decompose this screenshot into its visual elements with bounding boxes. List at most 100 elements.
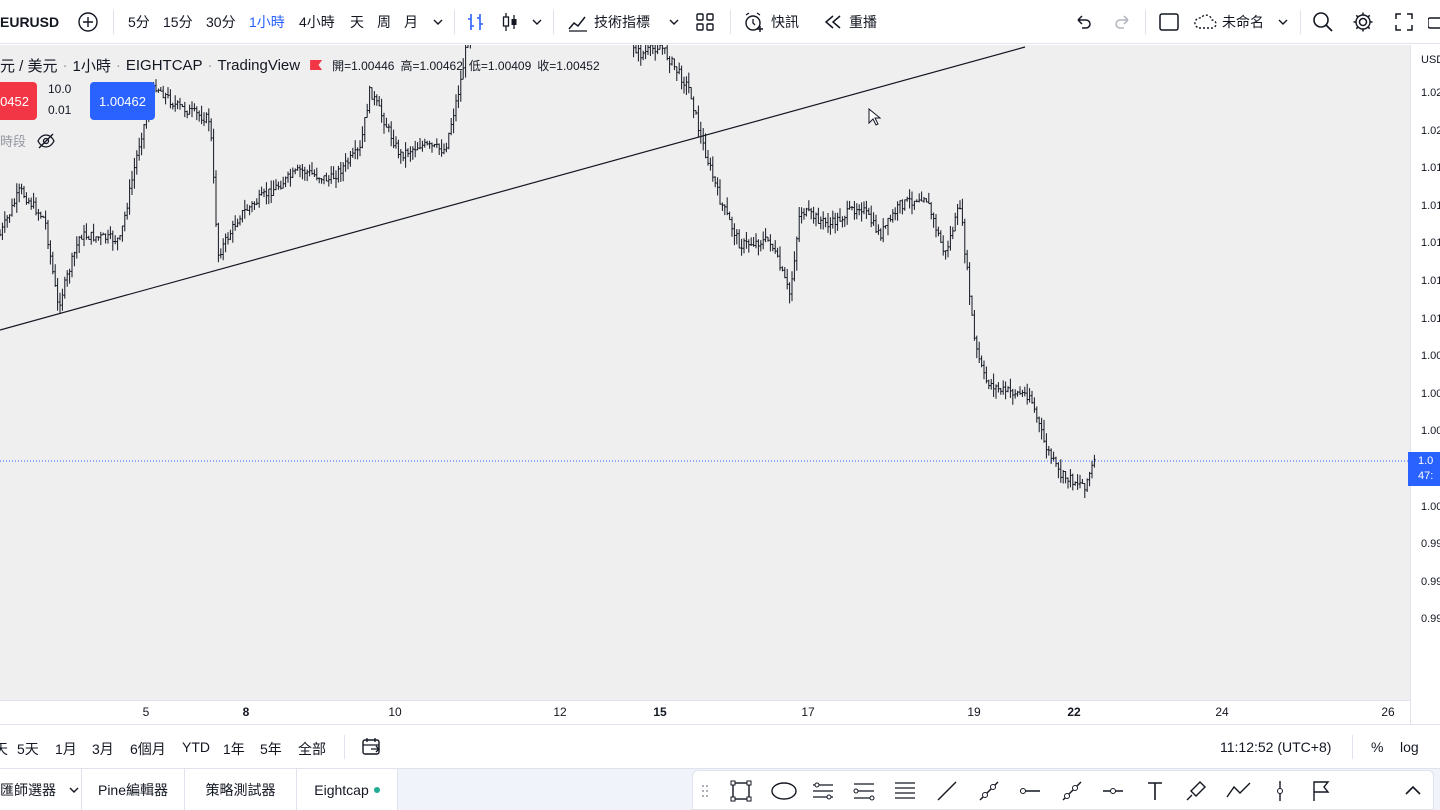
range-1m[interactable]: 1月 — [55, 739, 77, 759]
price-bar — [85, 223, 88, 240]
interval-4h[interactable]: 4小時 — [299, 0, 335, 44]
indicators-button[interactable]: 技術指標 — [567, 0, 650, 44]
interval-15m[interactable]: 15分 — [163, 0, 193, 44]
fullscreen-layout-button[interactable] — [1158, 0, 1180, 44]
price-axis-currency[interactable]: USD — [1421, 54, 1440, 66]
legend-source[interactable]: TradingView — [218, 57, 301, 74]
chevron-down-icon — [69, 787, 79, 793]
layout-name-button[interactable]: 未命名 — [1192, 0, 1264, 44]
price-bar — [368, 85, 371, 114]
chart-type-candles-button[interactable] — [501, 0, 519, 44]
interval-1w[interactable]: 周 — [377, 0, 391, 44]
range-all[interactable]: 全部 — [298, 739, 326, 759]
indicators-dropdown-button[interactable] — [668, 0, 680, 44]
price-bar — [452, 108, 455, 134]
rectangle-tool-icon[interactable] — [729, 779, 753, 803]
camera-button[interactable] — [1428, 0, 1440, 44]
timezone-clock[interactable]: 11:12:52 (UTC+8) — [1220, 739, 1331, 755]
interval-1d[interactable]: 天 — [350, 0, 364, 44]
price-bar — [406, 148, 410, 158]
redo-button[interactable] — [1113, 0, 1133, 44]
flag-marker-icon[interactable] — [1309, 779, 1333, 803]
range-5y[interactable]: 5年 — [260, 739, 282, 759]
legend-interval[interactable]: 1小時 — [73, 55, 111, 76]
range-5d[interactable]: 5天 — [17, 739, 39, 759]
range-ytd[interactable]: YTD — [182, 739, 210, 755]
interval-5m[interactable]: 5分 — [128, 0, 150, 44]
tab-strategy-tester[interactable]: 策略測試器 — [185, 769, 297, 810]
trend-line-icon[interactable] — [935, 779, 959, 803]
price-chart-canvas[interactable] — [0, 45, 1410, 724]
price-bar — [754, 233, 758, 249]
price-bar — [1030, 390, 1034, 404]
pattern-tool-icon[interactable] — [1225, 779, 1253, 803]
percent-scale-toggle[interactable]: % — [1371, 739, 1383, 755]
range-6m[interactable]: 6個月 — [130, 739, 166, 759]
interval-dropdown-button[interactable] — [432, 0, 444, 44]
layout-dropdown-button[interactable] — [1277, 0, 1289, 44]
ellipse-tool-icon[interactable] — [770, 779, 798, 803]
range-1y[interactable]: 1年 — [223, 739, 245, 759]
undo-button[interactable] — [1073, 0, 1093, 44]
interval-1m[interactable]: 月 — [404, 0, 418, 44]
text-tool-icon[interactable] — [1143, 779, 1167, 803]
legend-pair[interactable]: 元 / 美元 — [0, 55, 58, 76]
price-bar — [764, 228, 767, 243]
flag-icon[interactable] — [310, 60, 323, 70]
go-to-date-button[interactable] — [361, 736, 383, 761]
legend-exchange[interactable]: EIGHTCAP — [126, 57, 203, 74]
chart-type-bars-button[interactable] — [466, 0, 486, 44]
tab-broker-eightcap[interactable]: Eightcap — [297, 769, 398, 810]
order-quantity-lots[interactable]: 10.0 — [48, 82, 71, 96]
price-bar — [944, 250, 947, 260]
tab-screener[interactable]: 匯師選器 — [0, 769, 82, 810]
price-bar — [752, 237, 755, 247]
horizontal-ray-icon[interactable] — [1018, 779, 1042, 803]
log-scale-toggle[interactable]: log — [1400, 739, 1419, 755]
extended-line-icon[interactable] — [977, 779, 1001, 803]
session-indicator[interactable]: 時段 — [0, 131, 56, 150]
chart-pane[interactable] — [0, 45, 1410, 724]
fib-retracement-icon[interactable] — [893, 779, 917, 803]
drag-handle-icon[interactable] — [701, 783, 709, 799]
price-axis[interactable]: USD 1.02 1.02 1.01 1.01 1.01 1.01 1.01 1.00 1.00… — [1410, 45, 1440, 724]
tab-pine-editor[interactable]: Pine編輯器 — [82, 769, 185, 810]
layouts-button[interactable] — [695, 0, 715, 44]
brush-tool-icon[interactable] — [1184, 779, 1208, 803]
order-quantity-spread: 0.01 — [48, 103, 72, 117]
chart-type-dropdown-button[interactable] — [531, 0, 543, 44]
ray-tool-icon[interactable] — [1060, 779, 1084, 803]
range-1d[interactable]: 天 — [0, 739, 8, 759]
price-bar — [639, 45, 642, 66]
price-bar — [390, 121, 393, 147]
parallel-channel-icon[interactable] — [811, 779, 835, 803]
eye-hidden-icon[interactable] — [36, 133, 56, 149]
price-bar — [262, 188, 266, 198]
chevron-up-icon[interactable] — [1401, 779, 1425, 803]
interval-30m[interactable]: 30分 — [206, 0, 236, 44]
interval-1h[interactable]: 1小時 — [249, 0, 285, 44]
symbol-search-button[interactable]: EURUSD — [0, 0, 59, 44]
sell-button[interactable]: 0452 — [0, 82, 37, 120]
range-3m[interactable]: 3月 — [92, 739, 114, 759]
price-bar — [913, 200, 916, 210]
price-bar — [814, 212, 818, 227]
compare-symbol-button[interactable] — [77, 0, 99, 44]
vertical-line-icon[interactable] — [1268, 779, 1292, 803]
replay-button[interactable]: 重播 — [823, 0, 877, 44]
time-axis[interactable]: 5 8 10 12 15 17 19 22 24 26 — [0, 700, 1410, 724]
regression-trend-icon[interactable] — [852, 779, 876, 803]
price-tick-label: 1.00 — [1421, 425, 1440, 438]
horizontal-line-icon[interactable] — [1101, 779, 1125, 803]
price-bar — [694, 110, 698, 115]
settings-button[interactable] — [1352, 0, 1374, 44]
price-bar — [1074, 481, 1077, 486]
fullscreen-button[interactable] — [1394, 0, 1414, 44]
price-bar — [18, 183, 21, 203]
alert-button[interactable]: 快訊 — [743, 0, 799, 44]
price-bar — [8, 214, 11, 223]
price-bar — [97, 236, 100, 241]
buy-button[interactable]: 1.00462 — [90, 82, 155, 120]
search-button[interactable] — [1312, 0, 1334, 44]
price-bar — [87, 235, 90, 240]
